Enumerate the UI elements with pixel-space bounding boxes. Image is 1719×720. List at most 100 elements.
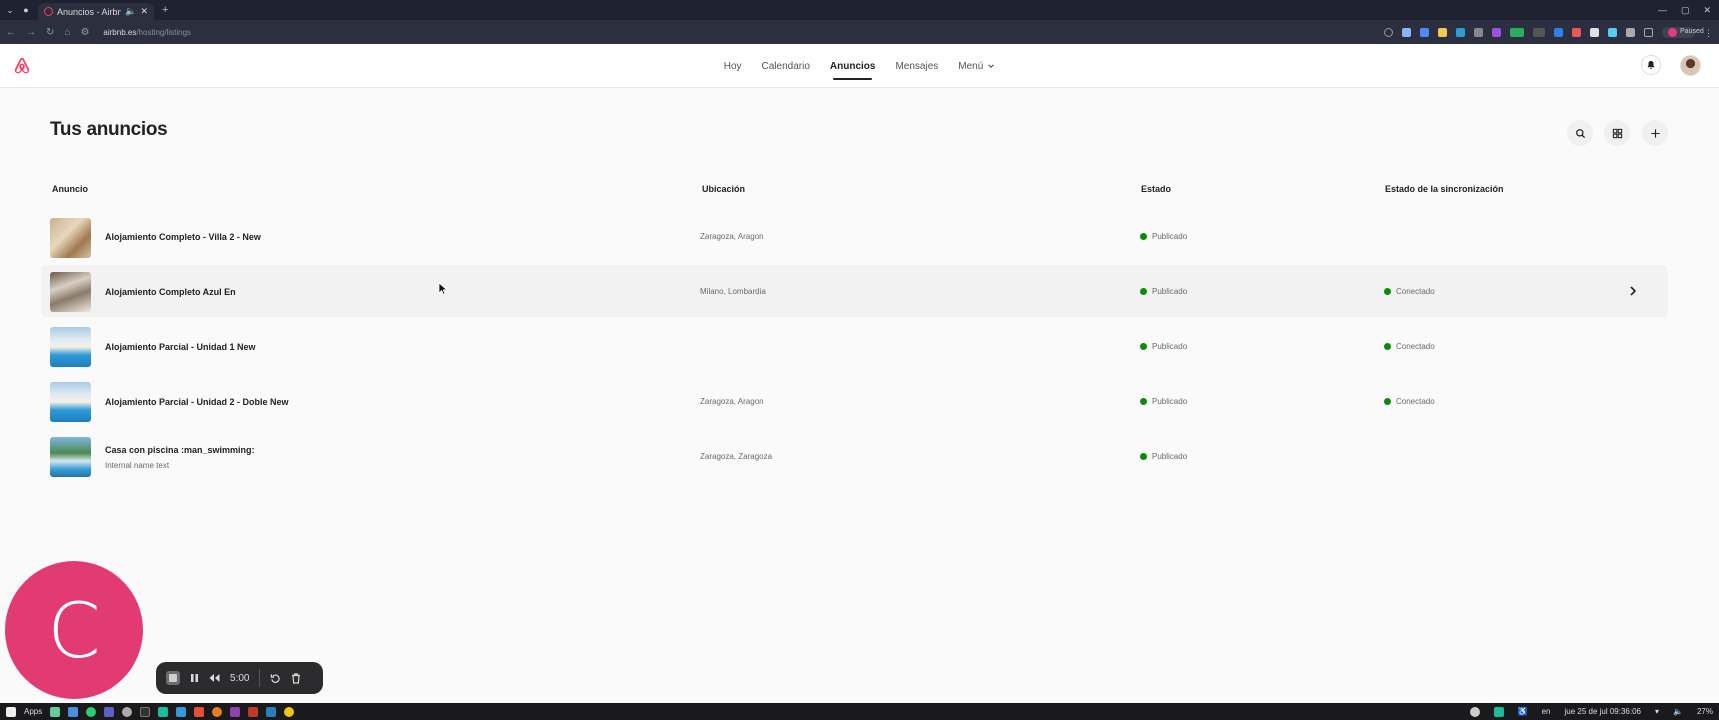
nav-calendario[interactable]: Calendario: [762, 55, 810, 78]
taskbar-app-icon[interactable]: [86, 706, 97, 717]
listing-thumbnail: [50, 327, 91, 367]
chrome-icon[interactable]: [284, 706, 295, 717]
site-info-icon[interactable]: ⚙: [80, 27, 89, 38]
battery-level[interactable]: 27%: [1697, 707, 1713, 716]
search-button[interactable]: [1567, 120, 1593, 146]
tray-app-icon[interactable]: [1493, 706, 1504, 717]
taskbar-app-icon[interactable]: [104, 706, 115, 717]
extension-icon[interactable]: [1533, 27, 1545, 37]
extension-icon[interactable]: [1456, 27, 1465, 37]
settings-icon[interactable]: [122, 706, 133, 717]
table-row[interactable]: Alojamiento Completo - Villa 2 - New Zar…: [41, 211, 1668, 263]
taskbar-app-icon[interactable]: [230, 706, 241, 717]
stop-icon: [169, 674, 177, 682]
col-header-anuncio: Anuncio: [52, 184, 88, 194]
grid-view-button[interactable]: [1604, 120, 1630, 146]
shield-icon[interactable]: [1469, 706, 1480, 717]
taskbar-app-icon[interactable]: [158, 706, 169, 717]
wifi-icon[interactable]: ▾: [1655, 707, 1659, 716]
close-window-icon[interactable]: ✕: [1703, 5, 1711, 16]
grid-icon: [1612, 128, 1622, 138]
listing-status: Publicado: [1140, 452, 1187, 461]
extension-icon[interactable]: [1420, 27, 1429, 37]
listing-thumbnail: [50, 218, 91, 258]
apps-button[interactable]: Apps: [24, 707, 42, 716]
browser-menu-icon[interactable]: ⋮: [1704, 28, 1713, 38]
sidebar-icon[interactable]: [1644, 27, 1653, 37]
taskbar-app-icon[interactable]: [248, 706, 259, 717]
extension-icon[interactable]: [1554, 27, 1563, 37]
clock[interactable]: jue 25 de jul 09:36:06: [1564, 707, 1641, 716]
volume-icon[interactable]: 🔈: [1673, 707, 1683, 716]
nav-hoy[interactable]: Hoy: [724, 55, 742, 78]
forward-icon[interactable]: →: [26, 27, 36, 38]
nav-anuncios[interactable]: Anuncios: [830, 55, 875, 80]
notifications-button[interactable]: [1641, 55, 1661, 75]
profile-paused-button[interactable]: Paused: [1662, 26, 1704, 38]
recorder-controls: 5:00: [156, 662, 323, 694]
extension-icon[interactable]: [1438, 27, 1447, 37]
close-tab-icon[interactable]: ✕: [140, 6, 148, 17]
add-listing-button[interactable]: [1642, 120, 1668, 146]
status-dot-icon: [1140, 453, 1147, 460]
zoom-icon[interactable]: [1384, 27, 1393, 37]
extension-icon[interactable]: [1590, 27, 1599, 37]
trash-icon[interactable]: [291, 672, 301, 684]
accessibility-icon[interactable]: ♿: [1518, 707, 1528, 716]
url-path: /hosting/listings: [136, 27, 192, 37]
url-field[interactable]: airbnb.es/hosting/listings: [103, 28, 191, 37]
url-host: airbnb.es: [103, 27, 137, 37]
table-row[interactable]: Alojamiento Completo Azul En Milano, Lom…: [41, 265, 1668, 317]
restart-icon[interactable]: [270, 673, 281, 684]
chevron-right-icon[interactable]: [1628, 285, 1638, 297]
new-tab-icon[interactable]: +: [162, 4, 168, 16]
reload-icon[interactable]: ↻: [46, 27, 54, 38]
sync-status: Conectado: [1384, 397, 1435, 406]
extensions-puzzle-icon[interactable]: [1626, 27, 1635, 37]
taskbar-app-icon[interactable]: [212, 706, 223, 717]
stop-recording-button[interactable]: [166, 671, 180, 685]
tab-search-icon[interactable]: ⌄: [4, 4, 16, 16]
extension-icon[interactable]: [1492, 27, 1501, 37]
pinned-tab-icon[interactable]: ●: [20, 4, 32, 16]
status-dot-icon: [1140, 233, 1147, 240]
listing-status: Publicado: [1140, 397, 1187, 406]
maximize-icon[interactable]: ▢: [1681, 5, 1690, 16]
pause-icon[interactable]: [190, 673, 199, 683]
home-icon[interactable]: ⌂: [64, 27, 70, 38]
nav-menu[interactable]: Menú: [958, 55, 995, 78]
nav-menu-label: Menú: [958, 60, 984, 72]
recording-timer: 5:00: [230, 672, 250, 684]
extension-icon[interactable]: [1572, 27, 1581, 37]
taskbar-app-icon[interactable]: [50, 706, 61, 717]
bookmark-star-icon[interactable]: [1402, 27, 1411, 37]
taskbar-app-icon[interactable]: [176, 706, 187, 717]
keyboard-language[interactable]: en: [1542, 707, 1551, 716]
table-row[interactable]: Alojamiento Parcial - Unidad 2 - Doble N…: [41, 375, 1668, 427]
taskbar-app-icon[interactable]: [194, 706, 205, 717]
tab-airbnb[interactable]: Anuncios - Airbnb 🔈 ✕: [38, 3, 154, 20]
profile-avatar[interactable]: [1680, 55, 1701, 76]
back-icon[interactable]: ←: [6, 27, 16, 38]
listing-location: Zaragoza, Aragon: [700, 397, 764, 406]
webcam-avatar: C: [5, 561, 143, 699]
vscode-icon[interactable]: [266, 706, 277, 717]
table-row[interactable]: Alojamiento Parcial - Unidad 1 New Publi…: [41, 320, 1668, 372]
extension-icon[interactable]: [1474, 27, 1483, 37]
nav-mensajes[interactable]: Mensajes: [895, 55, 938, 78]
status-dot-icon: [1140, 398, 1147, 405]
tab-title: Anuncios - Airbnb: [57, 6, 122, 17]
audio-icon[interactable]: 🔈: [125, 6, 136, 17]
taskbar-app-icon[interactable]: [68, 706, 79, 717]
listing-name: Casa con piscina :man_swimming:: [105, 445, 255, 455]
extension-icon[interactable]: [1510, 27, 1524, 37]
terminal-icon[interactable]: [140, 706, 151, 717]
table-row[interactable]: Casa con piscina :man_swimming: Internal…: [41, 430, 1668, 482]
os-logo-icon[interactable]: [6, 706, 16, 717]
listing-thumbnail: [50, 437, 91, 477]
extension-icon[interactable]: [1608, 27, 1617, 37]
rewind-icon[interactable]: [209, 673, 220, 683]
sync-status: Conectado: [1384, 342, 1435, 351]
minimize-icon[interactable]: —: [1658, 5, 1667, 16]
chevron-down-icon: [988, 64, 995, 68]
